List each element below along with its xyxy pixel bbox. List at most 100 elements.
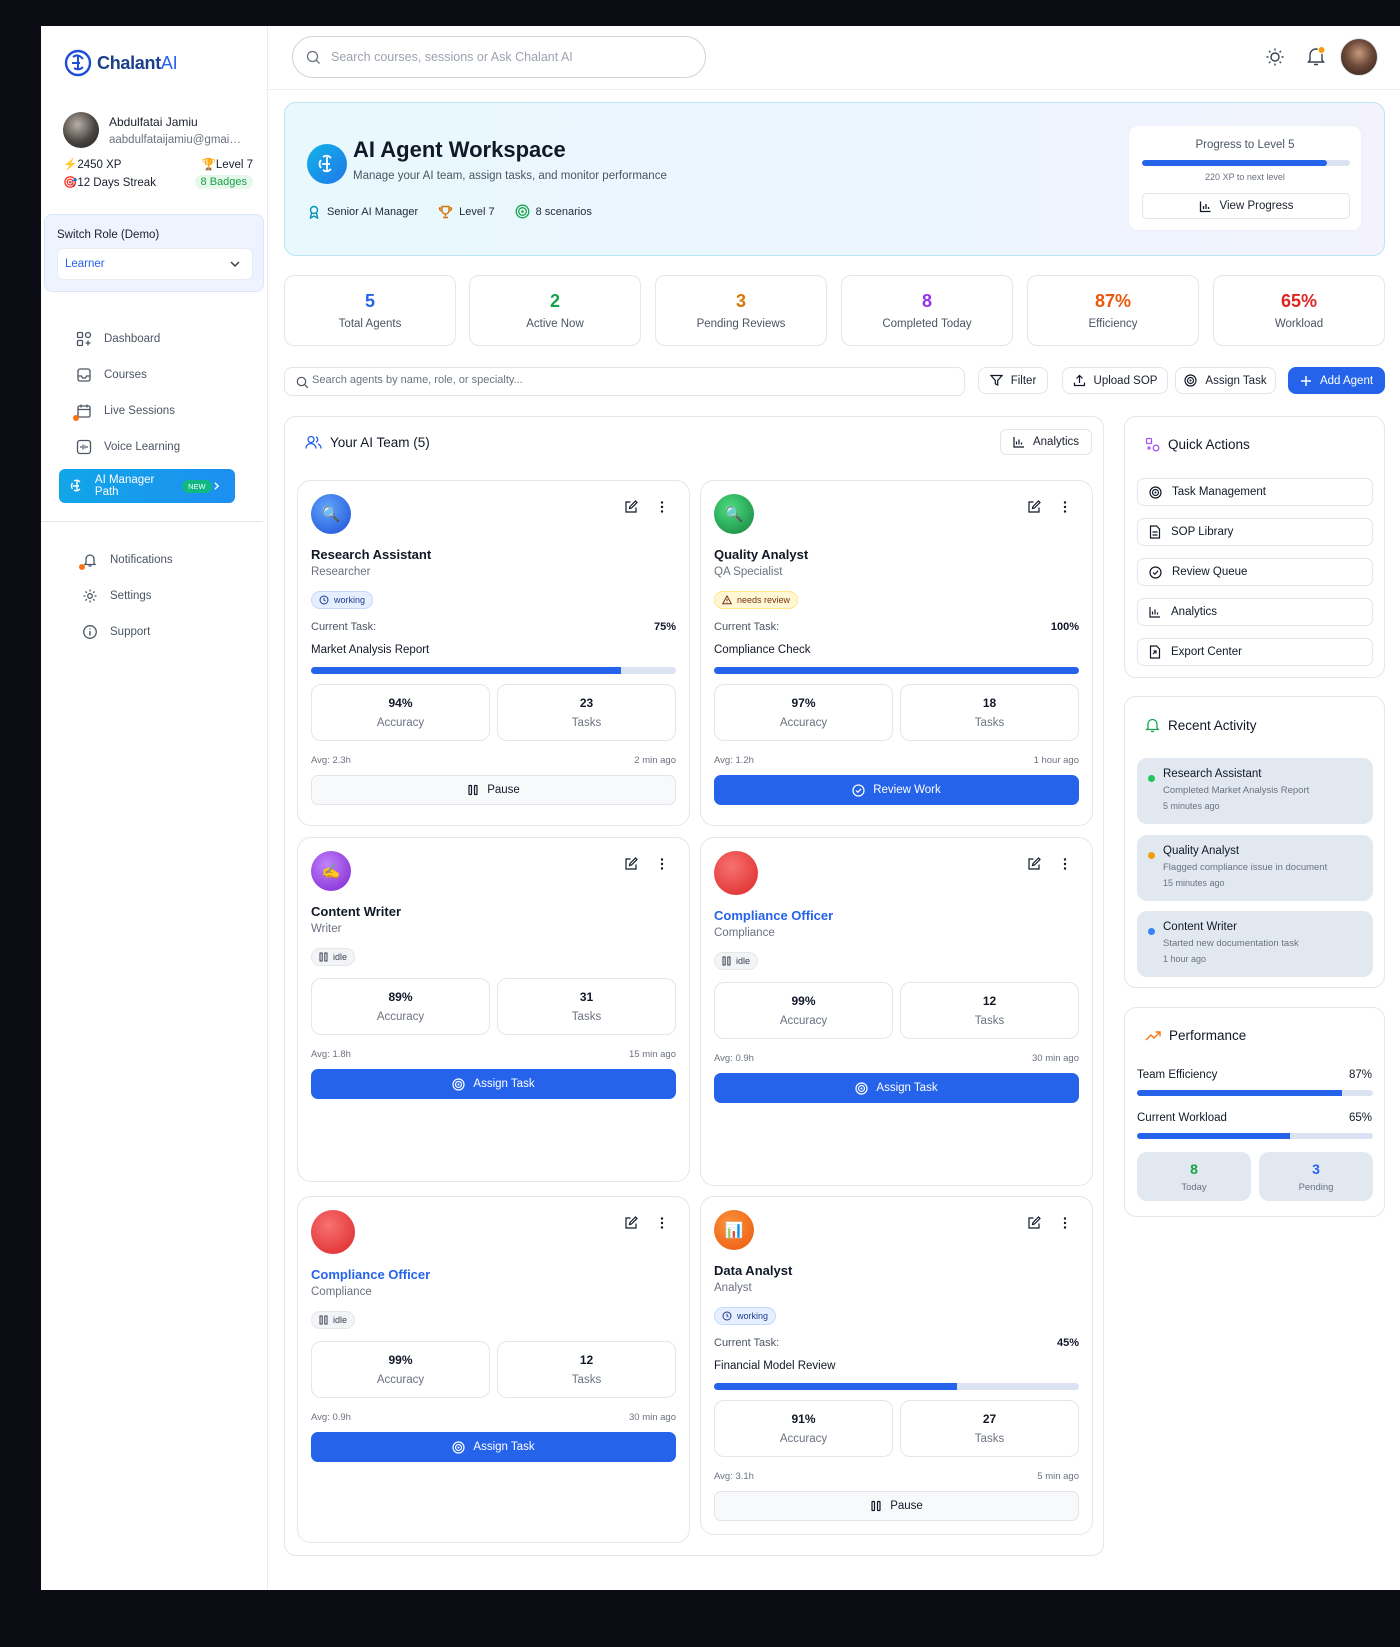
sidebar-item-label: Settings	[110, 590, 152, 602]
current-task-name: Compliance Check	[714, 644, 811, 656]
agent-card[interactable]: 🔍 Research Assistant Researcher working …	[297, 480, 690, 826]
agent-name[interactable]: Compliance Officer	[714, 908, 833, 923]
brain-icon	[69, 477, 86, 495]
global-search[interactable]	[292, 36, 706, 78]
more-options-icon[interactable]	[659, 1216, 665, 1230]
team-efficiency-bar	[1137, 1090, 1373, 1096]
status-label: idle	[333, 952, 348, 962]
bell-icon[interactable]	[1306, 45, 1326, 67]
edit-icon[interactable]	[624, 1216, 638, 1230]
stat-value: 65%	[1280, 291, 1318, 311]
task-progress-bar	[714, 1383, 1079, 1390]
accuracy-label: Accuracy	[376, 1374, 425, 1386]
recent-activity-panel: Recent Activity Research Assistant Compl…	[1124, 696, 1385, 988]
agent-card[interactable]: ✍️ Content Writer Writer idle 89% Accura…	[297, 837, 690, 1182]
quick-action-label: Export Center	[1171, 646, 1242, 658]
more-options-icon[interactable]	[1062, 857, 1068, 871]
profile-email: aabdulfataijamiu@gmail.com	[109, 134, 241, 146]
agent-card[interactable]: 📊 Data Analyst Analyst working Current T…	[700, 1196, 1093, 1535]
last-active: 30 min ago	[1031, 1053, 1079, 1064]
stat-label: Active Now	[526, 318, 584, 330]
performance-panel: Performance Team Efficiency 87% Current …	[1124, 1007, 1385, 1217]
agent-search[interactable]	[284, 367, 965, 396]
sidebar-item-voice-learning[interactable]: Voice Learning	[61, 430, 247, 464]
activity-title: Research Assistant	[1163, 768, 1262, 780]
assign-task-button[interactable]: Assign Task	[714, 1073, 1079, 1103]
accuracy-metric: 94% Accuracy	[311, 684, 490, 741]
sidebar-item-notifications[interactable]: Notifications	[67, 543, 253, 577]
filter-button[interactable]: Filter	[978, 367, 1048, 394]
activity-item[interactable]: Research Assistant Completed Market Anal…	[1137, 758, 1373, 824]
activity-item[interactable]: Content Writer Started new documentation…	[1137, 911, 1373, 977]
accuracy-value: 97%	[791, 696, 816, 710]
export-center-button[interactable]: Export Center	[1137, 638, 1373, 666]
pause-icon	[468, 784, 478, 796]
more-options-icon[interactable]	[659, 857, 665, 871]
assign-task-button[interactable]: Assign Task	[1175, 367, 1276, 394]
role-select[interactable]: Learner	[57, 248, 253, 280]
performance-title: Performance	[1145, 1028, 1246, 1043]
sidebar-item-ai-manager-path[interactable]: AI Manager Path NEW	[59, 469, 235, 503]
status-label: needs review	[737, 595, 791, 605]
activity-item[interactable]: Quality Analyst Flagged compliance issue…	[1137, 835, 1373, 901]
upload-sop-button[interactable]: Upload SOP	[1062, 367, 1168, 394]
role-switcher: Switch Role (Demo) Learner	[44, 214, 264, 292]
accuracy-label: Accuracy	[779, 717, 828, 729]
task-management-button[interactable]: Task Management	[1137, 478, 1373, 506]
assign-task-label: Assign Task	[473, 1078, 535, 1090]
logo[interactable]: ChalantAI	[63, 48, 178, 78]
sop-library-button[interactable]: SOP Library	[1137, 518, 1373, 546]
status-badge: idle	[311, 948, 356, 966]
status-label: working	[334, 595, 366, 605]
clock-icon	[722, 1311, 732, 1321]
current-workload-fill	[1137, 1133, 1291, 1139]
agent-role: QA Specialist	[714, 566, 783, 578]
review-work-button[interactable]: Review Work	[714, 775, 1079, 805]
edit-icon[interactable]	[1027, 1216, 1041, 1230]
add-agent-button[interactable]: Add Agent	[1288, 367, 1385, 394]
assign-task-button[interactable]: Assign Task	[311, 1069, 676, 1099]
sidebar-item-live-sessions[interactable]: Live Sessions	[61, 394, 247, 428]
task-progress-bar	[714, 667, 1079, 674]
analytics-action-button[interactable]: Analytics	[1137, 598, 1373, 626]
edit-icon[interactable]	[1027, 500, 1041, 514]
agent-card[interactable]: Compliance Officer Compliance idle 99% A…	[700, 837, 1093, 1186]
assign-task-button[interactable]: Assign Task	[311, 1432, 676, 1462]
edit-icon[interactable]	[624, 857, 638, 871]
tasks-metric: 12 Tasks	[497, 1341, 676, 1398]
activity-desc: Completed Market Analysis Report	[1163, 785, 1310, 796]
more-options-icon[interactable]	[1062, 1216, 1068, 1230]
last-active: 5 min ago	[1037, 1471, 1079, 1482]
tasks-label: Tasks	[974, 717, 1005, 729]
sidebar-item-support[interactable]: Support	[67, 615, 253, 649]
agent-name[interactable]: Compliance Officer	[311, 1267, 430, 1282]
current-task-name: Market Analysis Report	[311, 644, 430, 656]
view-progress-button[interactable]: View Progress	[1142, 193, 1350, 219]
bell-icon	[1145, 718, 1160, 733]
pause-button[interactable]: Pause	[714, 1491, 1079, 1521]
sidebar-item-courses[interactable]: Courses	[61, 358, 247, 392]
sidebar-item-label: Live Sessions	[104, 405, 175, 417]
agent-search-input[interactable]	[312, 374, 952, 386]
global-search-input[interactable]	[331, 47, 691, 67]
team-efficiency-value: 87%	[1348, 1069, 1372, 1081]
agent-card[interactable]: Compliance Officer Compliance idle 99% A…	[297, 1196, 690, 1543]
sidebar-item-label: Dashboard	[104, 333, 161, 345]
sidebar-item-settings[interactable]: Settings	[67, 579, 253, 613]
more-options-icon[interactable]	[659, 500, 665, 514]
agent-card[interactable]: 🔍 Quality Analyst QA Specialist needs re…	[700, 480, 1093, 826]
edit-icon[interactable]	[1027, 857, 1041, 871]
analytics-button[interactable]: Analytics	[1000, 429, 1092, 455]
activity-desc: Flagged compliance issue in document	[1163, 862, 1328, 873]
edit-icon[interactable]	[624, 500, 638, 514]
tasks-label: Tasks	[571, 717, 602, 729]
user-avatar[interactable]	[1340, 38, 1378, 76]
review-queue-button[interactable]: Review Queue	[1137, 558, 1373, 586]
more-options-icon[interactable]	[1062, 500, 1068, 514]
sun-icon[interactable]	[1265, 47, 1285, 67]
sidebar-item-dashboard[interactable]: Dashboard	[61, 322, 247, 356]
status-label: working	[737, 1311, 769, 1321]
pause-icon	[871, 1500, 881, 1512]
stat-completed-today: 8 Completed Today	[841, 275, 1013, 346]
pause-button[interactable]: Pause	[311, 775, 676, 805]
